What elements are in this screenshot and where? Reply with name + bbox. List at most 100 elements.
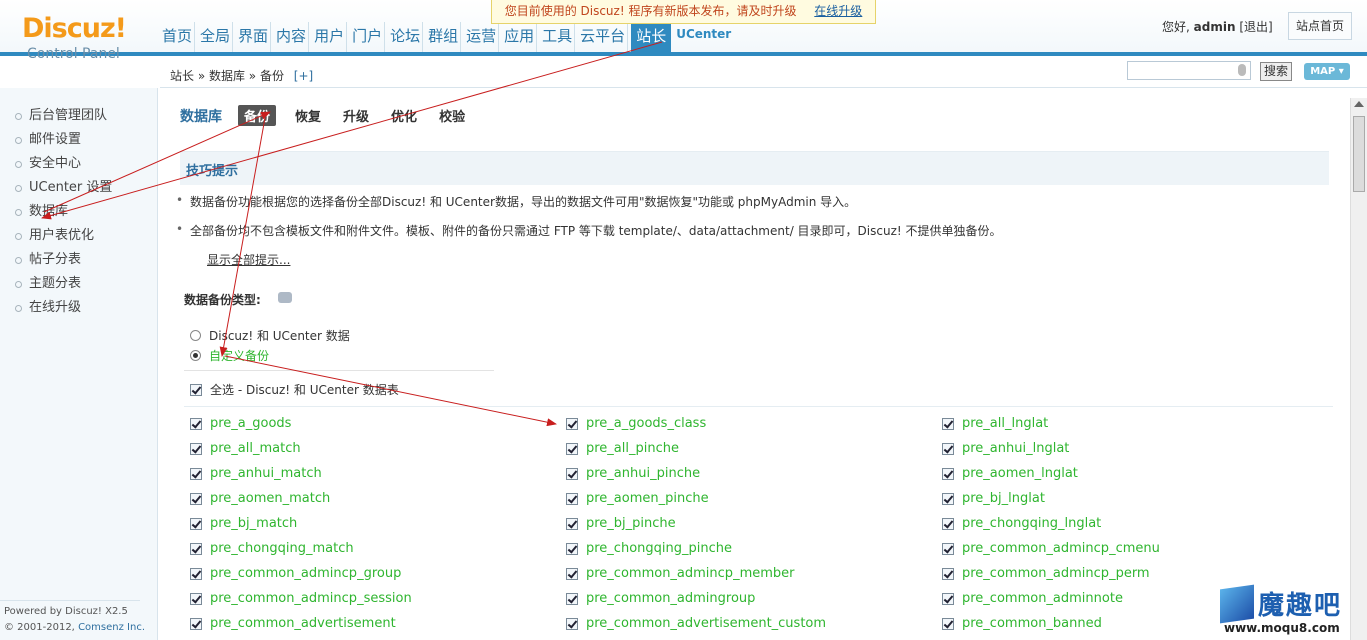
table-checkbox[interactable] [190, 467, 202, 480]
table-checkbox-item[interactable]: pre_common_advertisement_custom [566, 611, 942, 636]
table-checkbox-item[interactable]: pre_common_admincp_perm [942, 561, 1318, 586]
nav-item[interactable]: 运营 [464, 22, 500, 52]
nav-item[interactable]: 工具 [540, 22, 576, 52]
search-input[interactable] [1127, 61, 1251, 80]
table-checkbox-item[interactable]: pre_bj_match [190, 511, 566, 536]
tab-1[interactable]: 恢复 [292, 105, 324, 126]
map-button[interactable]: MAP ▾ [1304, 63, 1350, 80]
sidebar-item[interactable]: 邮件设置 [0, 128, 157, 152]
table-checkbox-item[interactable]: pre_anhui_lnglat [942, 436, 1318, 461]
table-checkbox-item[interactable]: pre_common_advertisement [190, 611, 566, 636]
table-checkbox[interactable] [942, 617, 954, 630]
table-checkbox-item[interactable]: pre_chongqing_pinche [566, 536, 942, 561]
table-checkbox[interactable] [566, 592, 578, 605]
microphone-icon[interactable] [1238, 64, 1246, 76]
radio-button[interactable] [190, 350, 201, 361]
table-checkbox-item[interactable]: pre_chongqing_lnglat [942, 511, 1318, 536]
table-checkbox[interactable] [566, 542, 578, 555]
nav-item[interactable]: 内容 [274, 22, 310, 52]
table-checkbox-item[interactable]: pre_bj_pinche [566, 511, 942, 536]
table-checkbox[interactable] [942, 592, 954, 605]
sidebar-item[interactable]: 用户表优化 [0, 224, 157, 248]
table-checkbox-item[interactable]: pre_aomen_pinche [566, 486, 942, 511]
table-checkbox[interactable] [566, 467, 578, 480]
table-checkbox-item[interactable]: pre_chongqing_match [190, 536, 566, 561]
table-checkbox[interactable] [190, 542, 202, 555]
nav-item[interactable]: 云平台 [578, 22, 629, 52]
table-checkbox[interactable] [190, 442, 202, 455]
table-checkbox[interactable] [190, 417, 202, 430]
radio-full-backup[interactable]: Discuz! 和 UCenter 数据 [190, 327, 350, 344]
table-checkbox[interactable] [566, 517, 578, 530]
tab-0[interactable]: 备份 [238, 105, 277, 126]
sidebar-item[interactable]: UCenter 设置 [0, 176, 157, 200]
sidebar-item[interactable]: 数据库 [0, 200, 157, 224]
scroll-up-icon[interactable] [1354, 101, 1364, 107]
nav-item[interactable]: 站长 [631, 22, 672, 52]
table-checkbox[interactable] [942, 442, 954, 455]
sidebar-item[interactable]: 在线升级 [0, 296, 157, 320]
table-checkbox[interactable] [190, 492, 202, 505]
scrollbar-thumb[interactable] [1353, 116, 1365, 192]
tab-4[interactable]: 校验 [436, 105, 468, 126]
nav-item[interactable]: 论坛 [388, 22, 424, 52]
table-checkbox-item[interactable]: pre_anhui_match [190, 461, 566, 486]
table-checkbox[interactable] [190, 517, 202, 530]
table-checkbox[interactable] [190, 592, 202, 605]
select-all-checkbox[interactable] [190, 383, 202, 396]
sidebar-item[interactable]: 主题分表 [0, 272, 157, 296]
table-checkbox-item[interactable]: pre_a_goods [190, 411, 566, 436]
tab-3[interactable]: 优化 [388, 105, 420, 126]
table-checkbox[interactable] [190, 567, 202, 580]
nav-item[interactable]: 群组 [426, 22, 462, 52]
discuz-logo[interactable]: Discuz! Control Panel [22, 14, 152, 66]
table-checkbox[interactable] [566, 442, 578, 455]
radio-custom-backup[interactable]: 自定义备份 [190, 347, 269, 364]
radio-button[interactable] [190, 330, 201, 341]
table-checkbox-item[interactable]: pre_common_admincp_group [190, 561, 566, 586]
site-home-button[interactable]: 站点首页 [1288, 12, 1352, 40]
table-checkbox-item[interactable]: pre_common_admingroup [566, 586, 942, 611]
search-button[interactable]: 搜索 [1260, 62, 1292, 81]
table-checkbox-item[interactable]: pre_all_match [190, 436, 566, 461]
table-checkbox-item[interactable]: pre_all_lnglat [942, 411, 1318, 436]
sidebar-item[interactable]: 后台管理团队 [0, 104, 157, 128]
table-checkbox-item[interactable]: pre_bj_lnglat [942, 486, 1318, 511]
show-all-tips-link[interactable]: 显示全部提示... [207, 251, 290, 268]
table-checkbox[interactable] [566, 417, 578, 430]
table-checkbox[interactable] [942, 492, 954, 505]
nav-item[interactable]: 门户 [350, 22, 386, 52]
table-checkbox-item[interactable]: pre_common_admincp_session [190, 586, 566, 611]
online-upgrade-link[interactable]: 在线升级 [814, 4, 862, 18]
nav-item[interactable]: 应用 [502, 22, 538, 52]
table-checkbox[interactable] [566, 617, 578, 630]
table-checkbox[interactable] [942, 467, 954, 480]
table-checkbox[interactable] [942, 567, 954, 580]
table-checkbox-item[interactable]: pre_aomen_lnglat [942, 461, 1318, 486]
table-checkbox-item[interactable]: pre_anhui_pinche [566, 461, 942, 486]
tab-2[interactable]: 升级 [340, 105, 372, 126]
table-checkbox[interactable] [942, 417, 954, 430]
select-all-row[interactable]: 全选 - Discuz! 和 UCenter 数据表 [190, 381, 399, 398]
nav-item[interactable]: UCenter [674, 22, 733, 52]
nav-item[interactable]: 全局 [198, 22, 234, 52]
add-shortcut-link[interactable]: [+] [294, 69, 313, 83]
comsenz-link[interactable]: Comsenz Inc. [78, 622, 145, 633]
table-checkbox-item[interactable]: pre_aomen_match [190, 486, 566, 511]
sidebar-item[interactable]: 帖子分表 [0, 248, 157, 272]
table-checkbox-item[interactable]: pre_common_admincp_member [566, 561, 942, 586]
table-checkbox-item[interactable]: pre_a_goods_class [566, 411, 942, 436]
table-checkbox[interactable] [942, 517, 954, 530]
logout-link[interactable]: [退出] [1239, 20, 1272, 34]
table-checkbox[interactable] [566, 567, 578, 580]
help-bubble-icon[interactable] [278, 292, 292, 303]
vertical-scrollbar[interactable] [1350, 98, 1367, 640]
nav-item[interactable]: 首页 [160, 22, 196, 52]
table-checkbox[interactable] [566, 492, 578, 505]
table-checkbox-item[interactable]: pre_common_admincp_cmenu [942, 536, 1318, 561]
nav-item[interactable]: 用户 [312, 22, 348, 52]
sidebar-item[interactable]: 安全中心 [0, 152, 157, 176]
table-checkbox[interactable] [190, 617, 202, 630]
table-checkbox[interactable] [942, 542, 954, 555]
nav-item[interactable]: 界面 [236, 22, 272, 52]
